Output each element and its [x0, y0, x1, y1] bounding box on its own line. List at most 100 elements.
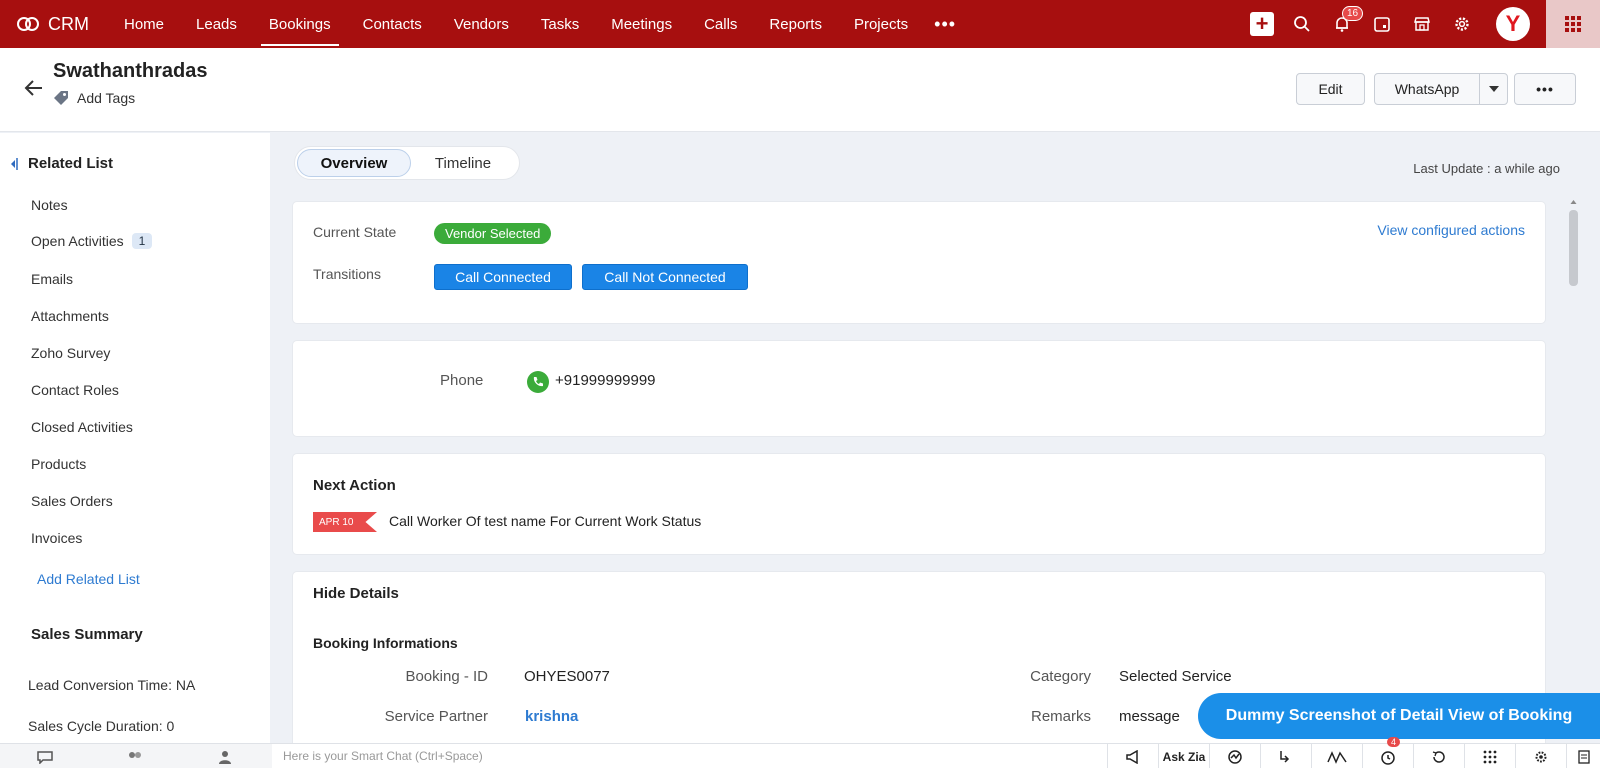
view-configured-actions-link[interactable]: View configured actions	[1377, 222, 1525, 238]
phone-icon	[533, 377, 543, 387]
grid-icon	[1565, 16, 1581, 32]
recent-items-button[interactable]	[1413, 744, 1464, 768]
nav-tab-calls[interactable]: Calls	[688, 0, 753, 48]
hide-details-link[interactable]: Hide Details	[313, 585, 399, 602]
reminders-button[interactable]: 4	[1362, 737, 1413, 768]
sidebar-item-contact-roles[interactable]: Contact Roles	[31, 382, 119, 398]
sidebar-item-invoices[interactable]: Invoices	[31, 530, 82, 546]
view-tabs: Overview Timeline	[294, 146, 520, 180]
service-partner-label: Service Partner	[384, 708, 488, 725]
nav-tab-contacts[interactable]: Contacts	[347, 0, 438, 48]
main-scrollbar[interactable]	[1567, 198, 1580, 738]
history-icon	[1432, 750, 1445, 763]
nav-utilities: + 16 Y	[1242, 0, 1600, 48]
caret-down-icon	[1488, 86, 1499, 92]
nav-more-button[interactable]: •••	[924, 0, 966, 48]
sales-cycle-duration: Sales Cycle Duration: 0	[28, 718, 175, 734]
ask-zia-button[interactable]: Ask Zia	[1158, 744, 1209, 768]
blueprint-card: Current State Vendor Selected Transition…	[293, 202, 1545, 323]
signals-button[interactable]	[1209, 744, 1260, 768]
sidebar-item-sales-orders[interactable]: Sales Orders	[31, 493, 113, 509]
dialpad-button[interactable]	[1464, 744, 1515, 768]
phone-value[interactable]: +91999999999	[555, 372, 656, 389]
marketplace-button[interactable]	[1402, 0, 1442, 48]
nav-tab-tasks[interactable]: Tasks	[525, 0, 595, 48]
search-icon	[1294, 16, 1310, 32]
nav-tab-bookings[interactable]: Bookings	[253, 0, 347, 48]
tab-overview[interactable]: Overview	[297, 149, 411, 177]
scrollbar-thumb[interactable]	[1569, 210, 1578, 286]
sidebar-item-attachments[interactable]: Attachments	[31, 308, 109, 324]
notes-button[interactable]	[1566, 744, 1600, 768]
remarks-value: message	[1119, 708, 1180, 725]
notification-count-badge: 16	[1342, 6, 1364, 21]
person-icon	[219, 750, 231, 764]
apps-menu-button[interactable]	[1546, 0, 1600, 48]
signals-icon	[1228, 749, 1242, 764]
sidebar-item-label: Emails	[31, 271, 74, 287]
next-action-text[interactable]: Call Worker Of test name For Current Wor…	[389, 513, 701, 529]
store-icon	[1414, 17, 1430, 31]
bottom-utilities: Ask Zia 4	[1107, 737, 1600, 768]
related-list-sidebar: Related List Notes Open Activities 1 Emai…	[0, 133, 270, 743]
nav-tab-vendors[interactable]: Vendors	[438, 0, 525, 48]
related-list-toggle[interactable]: Related List	[10, 155, 113, 172]
tab-timeline[interactable]: Timeline	[411, 149, 515, 177]
channels-tab[interactable]	[90, 744, 180, 768]
zia-icon	[1327, 750, 1347, 764]
sidebar-item-label: Products	[31, 456, 87, 472]
sidebar-item-label: Invoices	[31, 530, 83, 546]
sidebar-item-products[interactable]: Products	[31, 456, 86, 472]
back-arrow-icon[interactable]	[22, 76, 46, 100]
sidebar-item-zoho-survey[interactable]: Zoho Survey	[31, 345, 110, 361]
crm-logo[interactable]: CRM	[0, 14, 108, 35]
add-tags-link[interactable]: Add Tags	[53, 90, 135, 106]
call-connected-button[interactable]: Call Connected	[434, 264, 572, 290]
dialpad-icon	[1483, 750, 1497, 763]
open-activities-count: 1	[131, 233, 153, 249]
next-action-title: Next Action	[313, 477, 396, 494]
sidebar-item-notes[interactable]: Notes	[31, 197, 68, 213]
add-related-list-link[interactable]: Add Related List	[37, 571, 140, 587]
edit-button[interactable]: Edit	[1296, 73, 1365, 105]
more-actions-button[interactable]: •••	[1514, 73, 1576, 105]
approvals-button[interactable]	[1260, 744, 1311, 768]
collapse-caret-icon	[11, 157, 18, 170]
nav-tab-home[interactable]: Home	[108, 0, 180, 48]
sidebar-item-closed-activities[interactable]: Closed Activities	[31, 419, 133, 435]
call-not-connected-button[interactable]: Call Not Connected	[582, 264, 748, 290]
whatsapp-button[interactable]: WhatsApp	[1374, 73, 1480, 105]
phone-label: Phone	[440, 372, 484, 389]
nav-tab-projects[interactable]: Projects	[838, 0, 924, 48]
chats-tab[interactable]	[0, 744, 90, 768]
service-partner-link[interactable]: krishna	[525, 708, 578, 725]
app-name: CRM	[48, 13, 89, 34]
nav-tab-meetings[interactable]: Meetings	[595, 0, 688, 48]
contacts-tab[interactable]	[180, 744, 270, 768]
settings-button[interactable]	[1442, 0, 1482, 48]
whatsapp-dropdown-button[interactable]	[1479, 73, 1508, 105]
sidebar-item-label: Open Activities	[31, 233, 124, 249]
booking-id-value: OHYES0077	[524, 668, 610, 685]
user-avatar[interactable]: Y	[1496, 7, 1530, 41]
nav-tab-reports[interactable]: Reports	[753, 0, 838, 48]
announcements-button[interactable]	[1107, 744, 1158, 768]
phone-call-icon[interactable]	[527, 371, 549, 393]
sidebar-item-label: Zoho Survey	[31, 345, 111, 361]
notifications-button[interactable]: 16	[1322, 0, 1364, 48]
avatar-letter: Y	[1505, 11, 1521, 36]
sidebar-item-label: Attachments	[31, 308, 109, 324]
notes-icon	[1577, 749, 1590, 764]
create-button[interactable]: +	[1242, 0, 1282, 48]
smart-chat-input[interactable]: Here is your Smart Chat (Ctrl+Space)	[283, 749, 483, 763]
sidebar-item-label: Sales Orders	[31, 493, 113, 509]
calendar-button[interactable]	[1362, 0, 1402, 48]
current-state-badge: Vendor Selected	[434, 223, 552, 244]
sidebar-item-emails[interactable]: Emails	[31, 271, 73, 287]
phone-settings-button[interactable]	[1515, 744, 1566, 768]
plus-icon: +	[1250, 12, 1274, 36]
nav-tab-leads[interactable]: Leads	[180, 0, 253, 48]
sidebar-item-open-activities[interactable]: Open Activities 1	[31, 233, 153, 249]
zia-insights-button[interactable]	[1311, 744, 1362, 768]
search-button[interactable]	[1282, 0, 1322, 48]
